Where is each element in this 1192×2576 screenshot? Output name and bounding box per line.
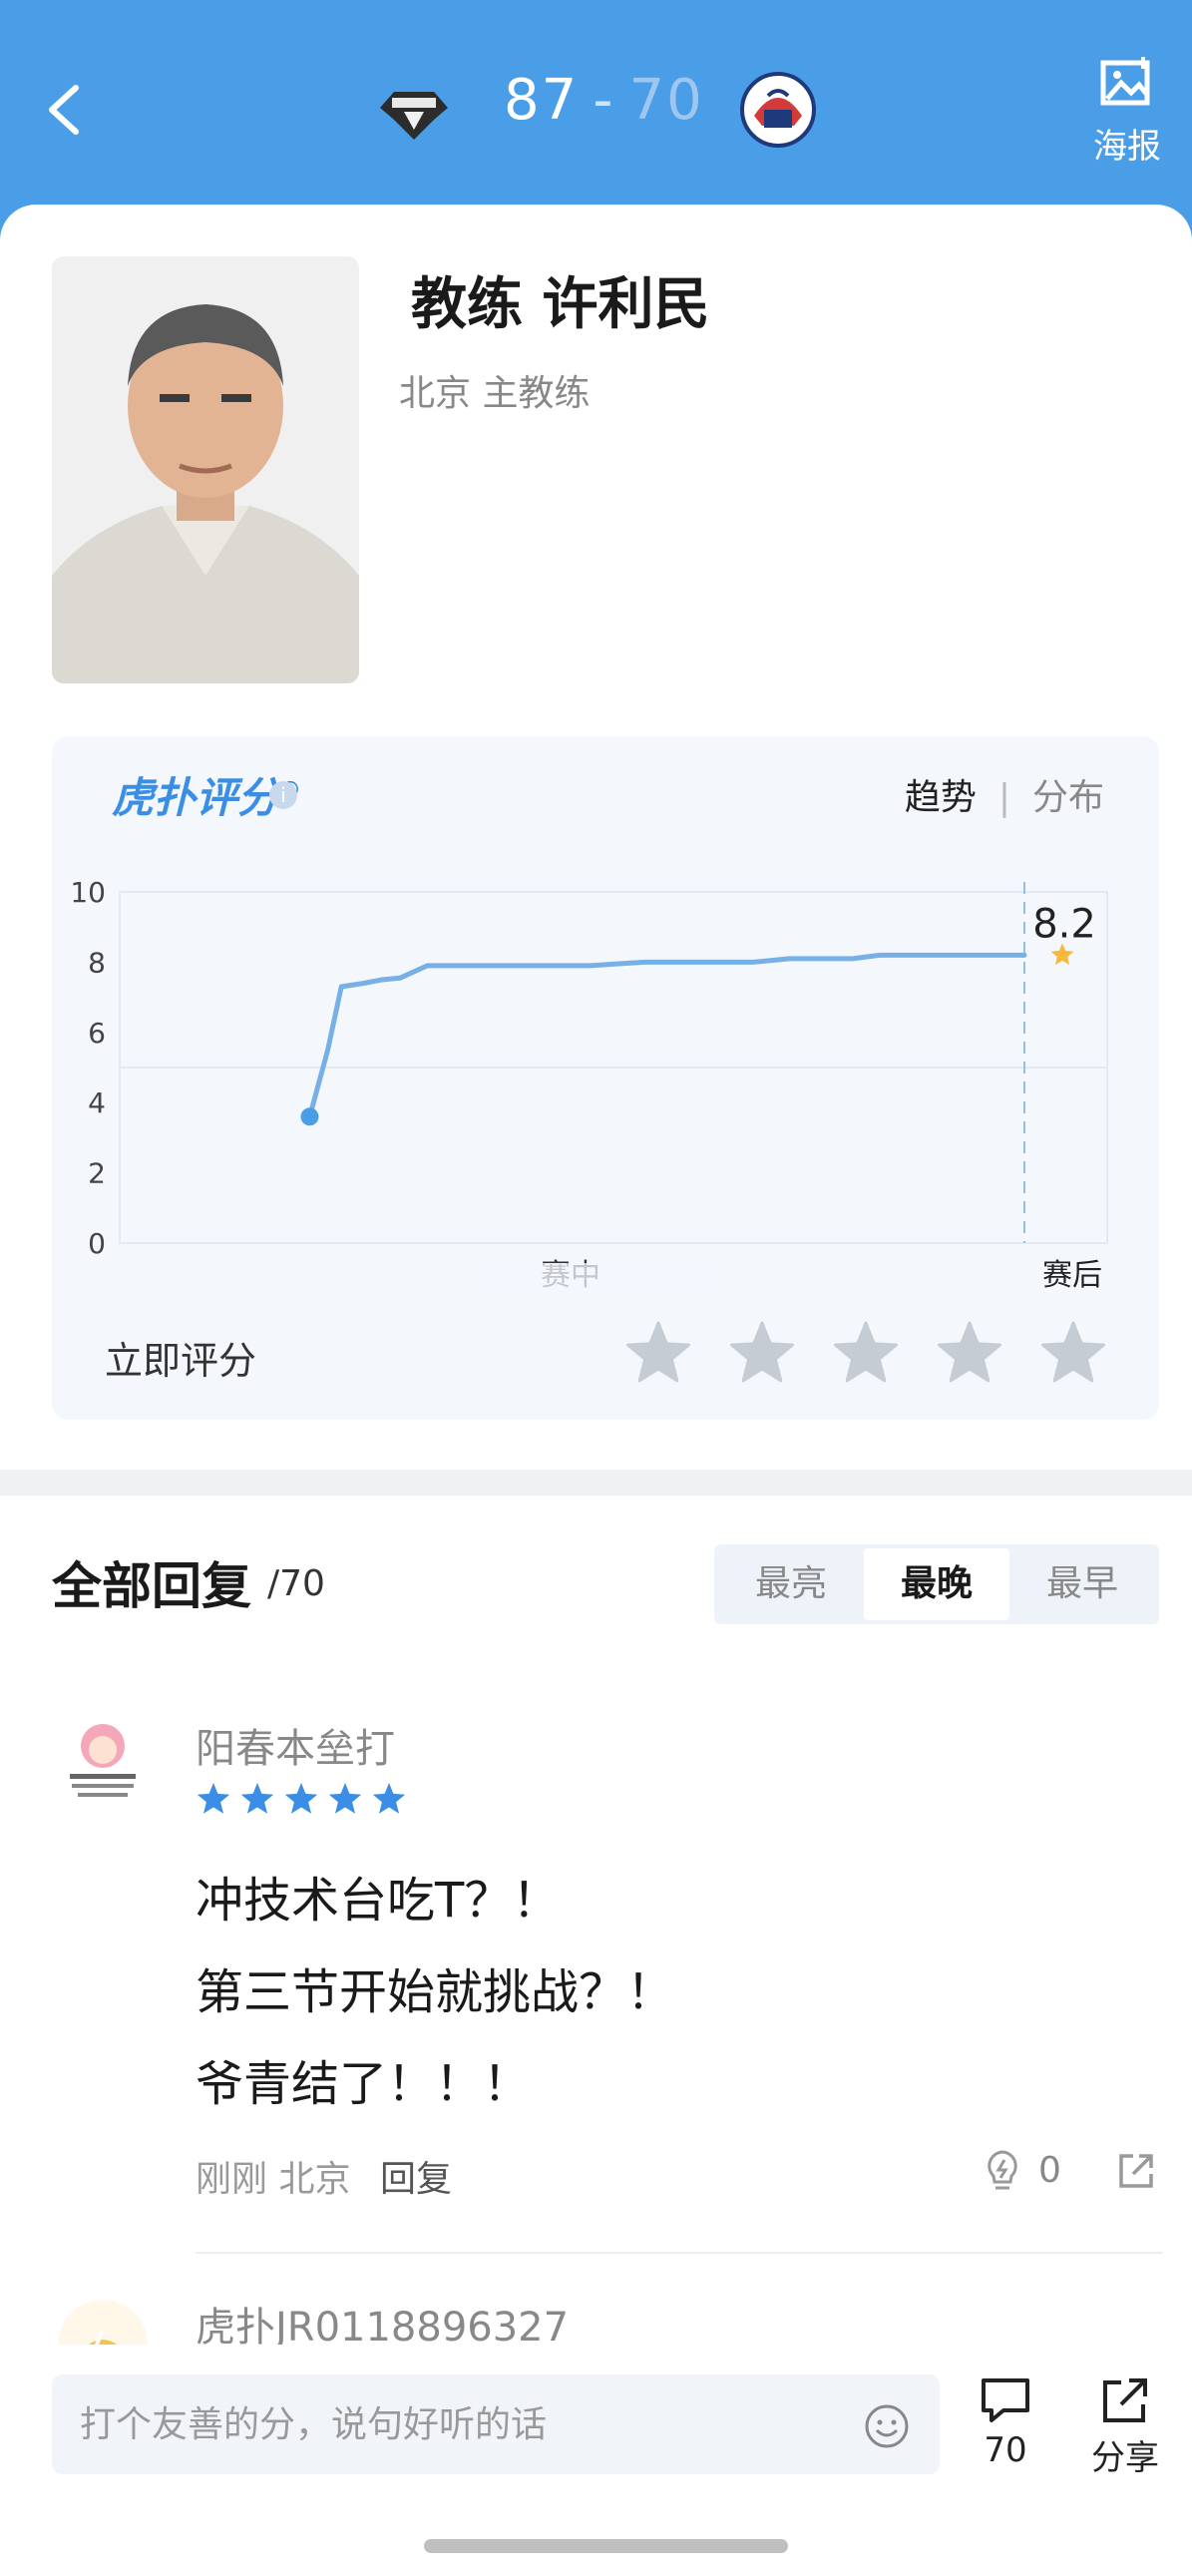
rating-line <box>307 952 1027 1119</box>
home-team-logo[interactable] <box>374 70 454 150</box>
bottom-bar: 70 分享 <box>0 2345 1192 2576</box>
comment-input[interactable] <box>52 2374 940 2474</box>
y-tick-label: 0 <box>88 1227 106 1260</box>
x-label-after-game: 赛后 <box>1042 1258 1102 1293</box>
score-separator: - <box>593 68 615 133</box>
share-button[interactable]: 分享 <box>1080 2374 1170 2479</box>
coach-photo <box>52 256 359 683</box>
rating-trend-chart: 1086420赛中赛后8.2 <box>70 876 1108 1293</box>
final-score-label: 8.2 <box>1032 901 1096 947</box>
rate-star-1[interactable] <box>625 1320 691 1386</box>
sort-tab-earliest[interactable]: 最早 <box>1009 1548 1155 1620</box>
home-score: 87 <box>504 68 580 133</box>
image-icon <box>1100 57 1150 106</box>
rate-now-label: 立即评分 <box>105 1339 257 1383</box>
poster-label: 海报 <box>1093 127 1161 167</box>
sort-tabs: 最亮 最晚 最早 <box>714 1544 1159 1624</box>
sort-tab-brightest[interactable]: 最亮 <box>718 1548 864 1620</box>
comment-star <box>284 1783 318 1814</box>
y-tick-label: 6 <box>88 1017 106 1050</box>
start-point <box>300 1107 319 1126</box>
away-score: 70 <box>628 68 704 133</box>
match-header: 87-70 海报 <box>0 0 1192 229</box>
comment-rating-stars <box>196 1781 407 1817</box>
y-tick-label: 8 <box>88 946 106 979</box>
comment-meta: 刚刚 北京 回复 <box>196 2150 452 2202</box>
comments-button[interactable]: 70 <box>961 2374 1050 2470</box>
coach-role: 北京 主教练 <box>399 373 591 414</box>
comment-username[interactable]: 阳春本垒打 <box>196 1716 395 1774</box>
back-icon[interactable] <box>40 80 90 140</box>
comment-star <box>197 1783 230 1814</box>
like-count: 0 <box>1038 2149 1061 2191</box>
emoji-icon[interactable] <box>863 2402 911 2450</box>
user-avatar[interactable] <box>58 1716 148 1806</box>
comment-text-line: 第三节开始就挑战？！ <box>196 1964 675 2020</box>
rate-star-5[interactable] <box>1040 1320 1106 1386</box>
rate-star-4[interactable] <box>937 1320 1002 1386</box>
rating-panel: 虎扑评分® i 趋势|分布 1086420赛中赛后8.2 立即评分 <box>52 736 1159 1420</box>
comment-divider <box>196 2252 1163 2254</box>
like-button[interactable]: 0 <box>983 2148 1061 2192</box>
rate-star-2[interactable] <box>729 1320 795 1386</box>
comment-count: 70 <box>984 2430 1027 2470</box>
rate-stars <box>625 1320 1106 1386</box>
y-tick-label: 4 <box>88 1086 106 1119</box>
sort-tab-latest[interactable]: 最晚 <box>864 1548 1009 1620</box>
comment-text-line: 冲技术台吃T？！ <box>196 1873 561 1929</box>
y-tick-label: 2 <box>88 1157 106 1190</box>
comment-star <box>240 1783 274 1814</box>
replies-count: /70 <box>267 1563 325 1604</box>
poster-button[interactable]: 海报 <box>1087 55 1167 168</box>
away-team-logo[interactable] <box>738 70 818 150</box>
reply-button[interactable]: 回复 <box>380 2159 452 2200</box>
rate-star-3[interactable] <box>833 1320 899 1386</box>
comment-star <box>372 1783 406 1814</box>
home-indicator <box>424 2539 788 2553</box>
comment-icon <box>982 2378 1029 2422</box>
share-icon[interactable] <box>1115 2150 1157 2192</box>
share-icon <box>1103 2378 1147 2422</box>
section-divider <box>0 1470 1192 1496</box>
main-card: 教练 许利民 北京 主教练 虎扑评分® i 趋势|分布 1086420赛中赛后8… <box>0 205 1192 2576</box>
comment-location: 北京 <box>278 2159 351 2200</box>
comment-time: 刚刚 <box>196 2159 268 2200</box>
lightbulb-icon <box>988 2150 1017 2190</box>
replies-title: 全部回复 <box>52 1557 251 1615</box>
match-score: 87-70 <box>504 68 704 133</box>
comment-star <box>328 1783 362 1814</box>
comment-text-line: 爷青结了！！！ <box>196 2056 532 2112</box>
label-blur-overlay <box>491 1263 710 1289</box>
y-tick-label: 10 <box>70 876 106 909</box>
coach-name: 教练 许利民 <box>411 272 710 337</box>
share-label: 分享 <box>1091 2438 1159 2478</box>
